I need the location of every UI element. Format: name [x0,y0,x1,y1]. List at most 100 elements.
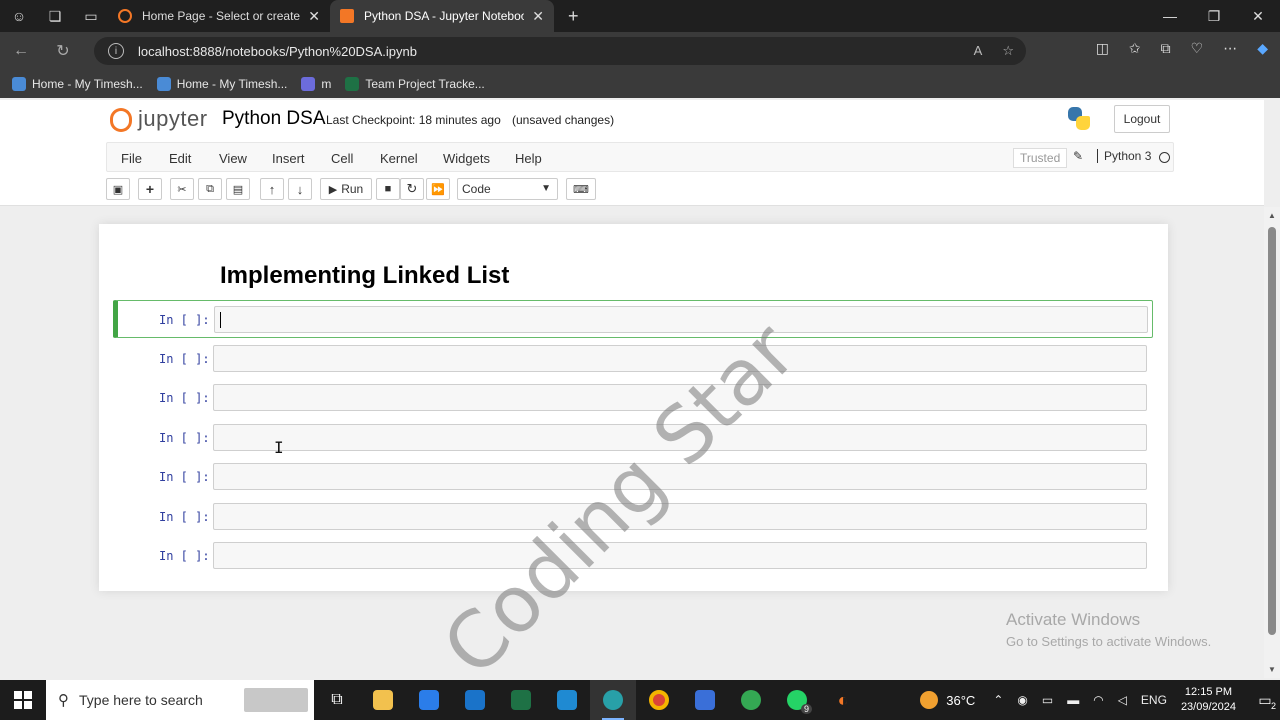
tab-python-dsa[interactable]: Python DSA - Jupyter Notebook ✕ [330,0,554,32]
scrollbar-thumb[interactable] [1268,227,1276,635]
bookmark-item[interactable]: Home - My Timesh... [12,77,143,91]
bookmark-item[interactable]: Home - My Timesh... [156,77,287,91]
new-tab-button[interactable]: + [554,0,593,32]
restart-icon[interactable]: ↻ [400,178,424,200]
minimize-icon[interactable]: — [1148,0,1192,32]
vertical-scrollbar[interactable]: ▲ ▼ [1264,207,1280,678]
scroll-up-icon[interactable]: ▲ [1268,211,1276,220]
keyboard-shortcuts-icon[interactable]: ⌨ [566,178,596,200]
tab-actions-icon[interactable]: ▭ [80,5,102,27]
cell-input[interactable] [213,542,1147,569]
cut-icon[interactable]: ✂ [170,178,194,200]
favorite-star-icon[interactable]: ☆ [1002,43,1014,59]
cell-input[interactable] [213,384,1147,411]
paste-icon[interactable]: ▤ [226,178,250,200]
battery-icon[interactable]: ▬ [1067,693,1079,707]
run-button[interactable]: ▶ Run [320,178,372,200]
wifi-icon[interactable]: ◠ [1093,693,1103,707]
favorites-icon[interactable]: ✩ [1129,40,1141,57]
taskbar-app-whatsapp[interactable]: 9 [774,680,820,720]
language-indicator[interactable]: ENG [1141,693,1167,707]
taskbar-app-chrome[interactable] [636,680,682,720]
scroll-down-icon[interactable]: ▼ [1268,665,1276,674]
move-down-icon[interactable]: ↓ [288,178,312,200]
taskbar-app-file-explorer[interactable] [360,680,406,720]
taskbar-search[interactable]: ⚲ Type here to search [46,680,314,720]
taskbar-app-chrome-profile[interactable] [728,680,774,720]
taskbar-app-excel[interactable] [498,680,544,720]
menu-file[interactable]: File [121,151,142,166]
code-cell[interactable]: In [ ]: [113,419,1153,457]
interrupt-stop-icon[interactable]: ■ [376,178,400,200]
tray-app-icon[interactable]: ◉ [1017,693,1027,707]
clock-time: 12:15 PM [1184,686,1233,698]
chrome-icon [649,690,669,710]
url-field[interactable]: i localhost:8888/notebooks/Python%20DSA.… [94,37,1026,65]
taskbar-app-mail[interactable] [452,680,498,720]
display-icon[interactable]: ▭ [1042,693,1053,707]
cell-input[interactable] [214,306,1148,333]
fast-forward-icon[interactable]: ⏩ [426,178,450,200]
restore-icon[interactable]: ❐ [1192,0,1236,32]
cell-input[interactable] [213,463,1147,490]
menu-kernel[interactable]: Kernel [380,151,418,166]
menu-cell[interactable]: Cell [331,151,353,166]
menu-widgets[interactable]: Widgets [443,151,490,166]
menu-edit[interactable]: Edit [169,151,191,166]
menu-insert[interactable]: Insert [272,151,305,166]
cell-type-select[interactable]: Code ▼ [457,178,558,200]
back-icon[interactable]: ← [0,42,42,60]
more-menu-icon[interactable]: ⋯ [1223,40,1237,57]
site-info-icon[interactable]: i [108,43,124,59]
close-tab-icon[interactable]: ✕ [532,8,544,25]
taskbar-app-power-automate[interactable] [682,680,728,720]
menu-help[interactable]: Help [515,151,542,166]
notebook-name[interactable]: Python DSA [222,108,326,130]
menu-view[interactable]: View [219,151,247,166]
clock[interactable]: 12:15 PM 23/09/2024 [1181,685,1236,715]
save-icon[interactable]: ▣ [106,178,130,200]
notifications-button[interactable]: ▭ 2 [1250,692,1280,711]
collections-icon[interactable]: ⧉ [1161,40,1171,57]
logout-button[interactable]: Logout [1114,105,1170,133]
hidden-icons-chevron-icon[interactable]: ⌃ [993,693,1003,707]
code-cell[interactable]: In [ ]: [113,379,1153,417]
code-cell[interactable]: In [ ]: [113,340,1153,378]
taskbar-app-store[interactable] [406,680,452,720]
close-window-icon[interactable]: ✕ [1236,0,1280,32]
code-cell[interactable]: In [ ]: [113,458,1153,496]
kernel-name[interactable]: Python 3 [1097,149,1151,163]
tab-home-page[interactable]: Home Page - Select or create a no ✕ [108,0,330,32]
refresh-icon[interactable]: ↻ [42,41,84,61]
code-cell[interactable]: In [ ]: [113,300,1153,338]
start-button[interactable] [0,680,46,720]
code-cell[interactable]: In [ ]: [113,537,1153,575]
workspaces-icon[interactable]: ❏ [44,5,66,27]
read-aloud-icon[interactable]: A [974,43,983,59]
taskbar-app-vscode[interactable] [544,680,590,720]
taskbar-app-edge[interactable] [590,680,636,720]
profile-avatar-icon[interactable]: ☺ [8,5,30,27]
bookmark-item[interactable]: Team Project Tracke... [345,77,485,91]
performance-icon[interactable]: ♡ [1191,40,1204,57]
copy-icon[interactable]: ⧉ [198,178,222,200]
trusted-indicator[interactable]: Trusted [1013,148,1068,168]
volume-icon[interactable]: ◁ [1118,693,1127,707]
cell-input[interactable] [213,503,1147,530]
cell-input[interactable] [213,345,1147,372]
copilot-icon[interactable]: ◆ [1257,40,1268,57]
move-up-icon[interactable]: ↑ [260,178,284,200]
code-cell[interactable]: In [ ]: [113,498,1153,536]
insert-cell-icon[interactable]: + [138,178,162,200]
split-screen-icon[interactable]: ◫ [1096,40,1109,57]
jupyter-logo[interactable]: jupyter [110,106,208,132]
markdown-heading[interactable]: Implementing Linked List [220,262,509,290]
taskbar-app-jupyter[interactable]: ◐ [820,680,866,720]
weather-widget[interactable]: 36°C [920,691,975,709]
unsaved-changes: (unsaved changes) [512,113,615,127]
cell-input[interactable] [213,424,1147,451]
jupyter-header: jupyter Python DSA Last Checkpoint: 18 m… [0,100,1264,206]
bookmark-item[interactable]: m [301,77,331,91]
close-tab-icon[interactable]: ✕ [308,8,320,25]
task-view-button[interactable]: ⧉ [314,680,360,720]
